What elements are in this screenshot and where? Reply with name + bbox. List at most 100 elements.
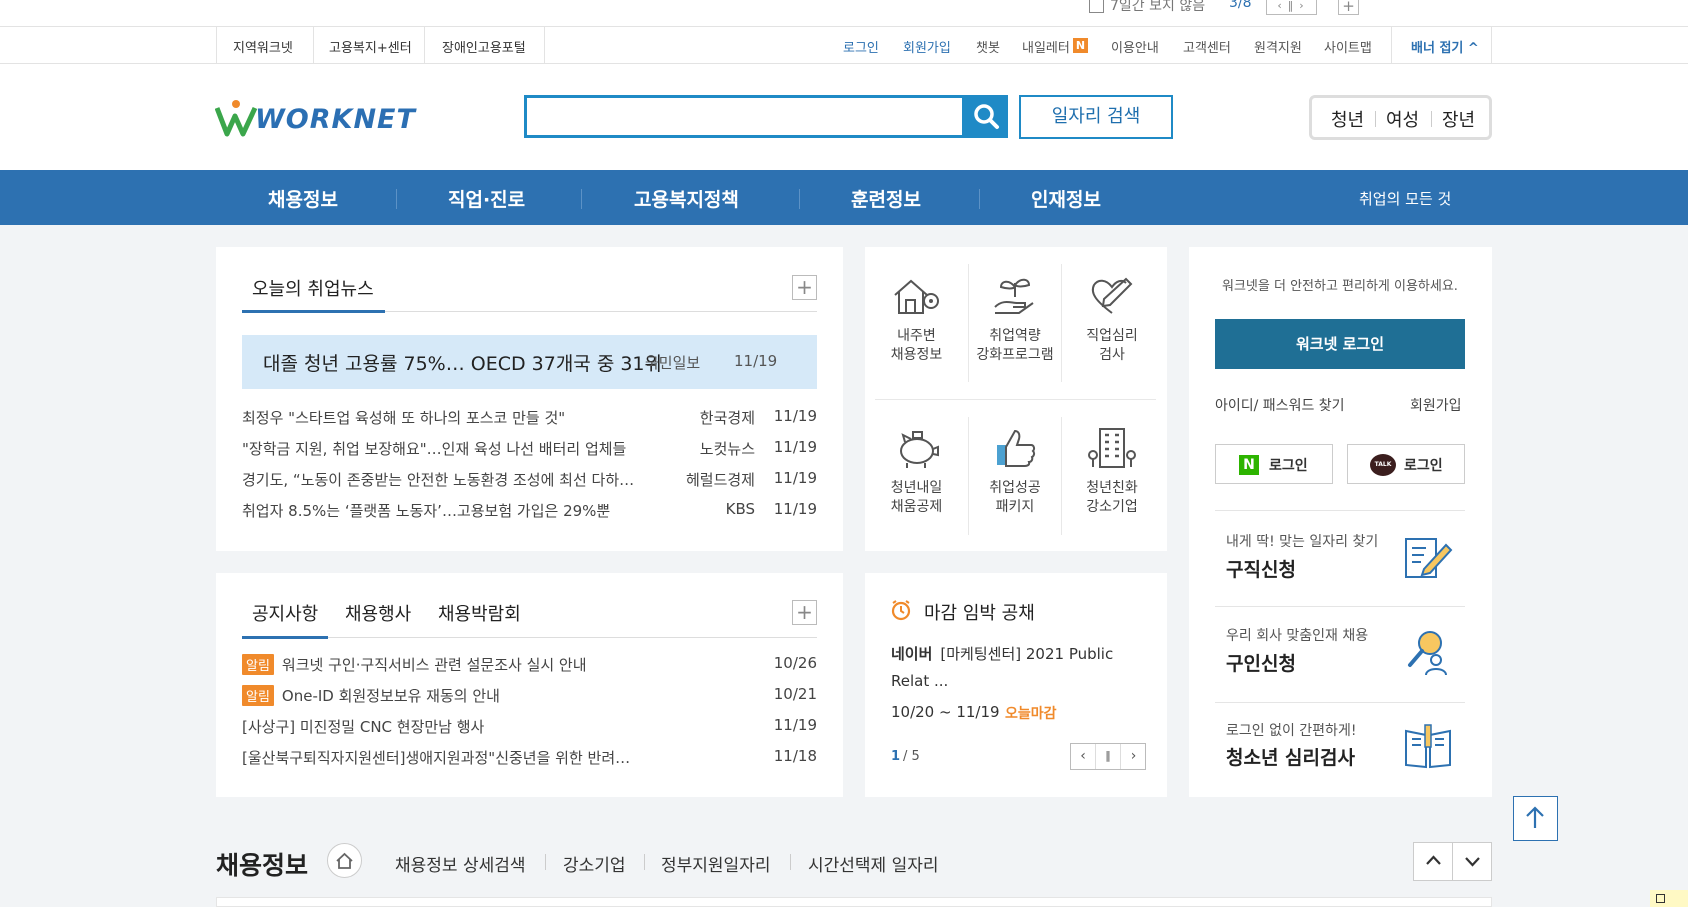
news-item-source: 헤럴드경제 (685, 471, 755, 489)
notice-item-date: 11/19 (773, 716, 817, 734)
recruit-scroll-buttons (1413, 842, 1492, 881)
scroll-top-button[interactable] (1513, 796, 1558, 841)
util-link-local-worknet[interactable]: 지역워크넷 (233, 37, 293, 56)
alarm-clock-icon (891, 600, 911, 621)
service-title: 구인신청 (1226, 653, 1296, 675)
chevron-right-icon[interactable]: › (1121, 744, 1146, 769)
news-card: 오늘의 취업뉴스 + 대졸 청년 고용률 75%… OECD 37개국 중 31… (216, 247, 843, 551)
util-letter-link[interactable]: 내일레터 (1022, 37, 1070, 56)
naver-login-button[interactable]: N 로그인 (1215, 444, 1333, 484)
deadline-posting[interactable]: 네이버 [마케팅센터] 2021 Public Relat ... (891, 641, 1141, 695)
deadline-company: 네이버 (891, 645, 933, 663)
util-chatbot-link[interactable]: 챗봇 (976, 37, 1000, 56)
fold-banner-button[interactable]: 배너 접기 ^ (1411, 37, 1479, 56)
hide-7days-label: 7일간 보지 않음 (1110, 0, 1206, 14)
corner-tab[interactable] (1650, 890, 1688, 907)
search-icon (974, 104, 999, 129)
piggy-bank-icon (899, 431, 939, 468)
quick-youth-savings[interactable]: 청년내일 채움공제 (865, 425, 968, 517)
notice-item[interactable]: [사상구] 미진정밀 CNC 현장만남 행사 11/19 (242, 716, 817, 742)
notice-item-date: 10/26 (773, 654, 817, 672)
nav-training[interactable]: 훈련정보 (851, 185, 921, 212)
sprout-hand-icon (994, 278, 1034, 314)
target-tabs: 청년 여성 장년 (1309, 95, 1492, 140)
news-more-plus-icon[interactable]: + (792, 275, 817, 300)
banner-plus-button[interactable]: + (1338, 0, 1359, 15)
service-job-seeking[interactable]: 내게 딱! 맞는 일자리 찾기 구직신청 (1215, 511, 1465, 606)
quick-nearby-jobs[interactable]: 내주변 채용정보 (865, 273, 968, 365)
util-sitemap-link[interactable]: 사이트맵 (1324, 37, 1372, 56)
arrow-up-icon (1526, 806, 1544, 828)
quick-label-line1: 청년친화 (1086, 480, 1138, 496)
hide-7days-checkbox[interactable] (1089, 0, 1104, 13)
notice-badge: 알림 (242, 654, 274, 675)
quick-success-package[interactable]: 취업성공 패키지 (969, 425, 1061, 517)
recruit-link-part-time[interactable]: 시간선택제 일자리 (808, 851, 939, 876)
quick-capacity-program[interactable]: 취업역량 강화프로그램 (969, 273, 1061, 365)
util-login-link[interactable]: 로그인 (843, 37, 879, 56)
news-item-source: 한국경제 (699, 409, 755, 427)
tab-youth[interactable]: 청년 (1331, 106, 1364, 132)
news-item[interactable]: 경기도, “노동이 존중받는 안전한 노동환경 조성에 최선 다하… 헤럴드경제… (242, 469, 817, 495)
nav-career[interactable]: 직업·진로 (448, 185, 525, 212)
util-guide-link[interactable]: 이용안내 (1111, 37, 1159, 56)
recruit-link-small-firms[interactable]: 강소기업 (563, 851, 626, 876)
news-item-title: 최정우 "스타트업 육성해 또 하나의 포스코 만들 것" (242, 409, 566, 427)
nav-all-about-jobs[interactable]: 취업의 모든 것 (1359, 188, 1451, 209)
util-remote-link[interactable]: 원격지원 (1254, 37, 1302, 56)
service-recruit[interactable]: 우리 회사 맞춤인재 채용 구인신청 (1215, 607, 1465, 702)
quick-psych-test[interactable]: 직업심리 검사 (1062, 273, 1162, 365)
news-item[interactable]: 취업자 8.5%는 ‘플랫폼 노동자’…고용보험 가입은 29%뿐 KBS 11… (242, 500, 817, 526)
util-support-link[interactable]: 고객센터 (1183, 37, 1231, 56)
banner-nav-buttons[interactable]: ‹‖› (1266, 0, 1317, 15)
fold-banner-label: 배너 접기 (1411, 41, 1464, 56)
tab-recruit-events[interactable]: 채용행사 (345, 600, 411, 626)
quick-youth-firms[interactable]: 청년친화 강소기업 (1062, 425, 1162, 517)
building-icon (1088, 428, 1136, 468)
news-item-title: "장학금 지원, 취업 보장해요"…인재 육성 나선 배터리 업체들 (242, 440, 627, 458)
kakao-login-button[interactable]: TALK 로그인 (1347, 444, 1465, 484)
tab-notice[interactable]: 공지사항 (252, 600, 318, 626)
search-input[interactable] (524, 95, 965, 138)
service-youth-psych-test[interactable]: 로그인 없이 간편하게! 청소년 심리검사 (1215, 703, 1465, 797)
find-id-password-link[interactable]: 아이디/ 패스워드 찾기 (1215, 395, 1345, 415)
news-item-source: 노컷뉴스 (699, 440, 755, 458)
login-intro: 워크넷을 더 안전하고 편리하게 이용하세요. (1222, 279, 1458, 294)
notice-item-title: One-ID 회원정보보유 재동의 안내 (281, 687, 500, 705)
job-search-button[interactable]: 일자리 검색 (1019, 95, 1173, 139)
nav-recruitment[interactable]: 채용정보 (268, 185, 338, 212)
quick-label-line2: 강화프로그램 (976, 347, 1054, 363)
notice-item[interactable]: [울산북구퇴직자지원센터]생애지원과정"신중년을 위한 반려… 11/18 (242, 747, 817, 773)
recruit-link-gov-jobs[interactable]: 정부지원일자리 (661, 851, 770, 876)
notice-more-plus-icon[interactable]: + (792, 600, 817, 625)
home-icon[interactable] (327, 843, 362, 878)
recruit-link-detail-search[interactable]: 채용정보 상세검색 (395, 851, 526, 876)
worknet-logo[interactable]: WORKNET (215, 98, 415, 138)
news-item-source: KBS (725, 500, 755, 518)
banner-counter: 3/8 (1229, 0, 1252, 11)
service-title: 청소년 심리검사 (1226, 747, 1355, 769)
tab-women[interactable]: 여성 (1386, 106, 1419, 132)
tab-senior[interactable]: 장년 (1442, 106, 1475, 132)
news-highlight[interactable]: 대졸 청년 고용률 75%… OECD 37개국 중 31위 국민일보 11/1… (242, 335, 817, 389)
tab-today-news[interactable]: 오늘의 취업뉴스 (252, 275, 374, 301)
news-item[interactable]: 최정우 "스타트업 육성해 또 하나의 포스코 만들 것" 한국경제 11/19 (242, 407, 817, 433)
util-signup-link[interactable]: 회원가입 (903, 37, 951, 56)
notice-item[interactable]: 알림 One-ID 회원정보보유 재동의 안내 10/21 (242, 685, 817, 711)
pause-icon[interactable]: ‖ (1096, 744, 1121, 769)
chevron-down-icon[interactable] (1453, 843, 1492, 880)
news-item[interactable]: "장학금 지원, 취업 보장해요"…인재 육성 나선 배터리 업체들 노컷뉴스 … (242, 438, 817, 464)
nav-talent[interactable]: 인재정보 (1031, 185, 1101, 212)
tab-job-fair[interactable]: 채용박람회 (438, 600, 521, 626)
quick-label-line2: 채용정보 (890, 347, 943, 363)
chevron-up-icon[interactable] (1414, 843, 1453, 880)
signup-link[interactable]: 회원가입 (1410, 395, 1462, 415)
util-link-welfare-center[interactable]: 고용복지+센터 (329, 37, 412, 56)
search-button[interactable] (964, 95, 1008, 138)
chevron-left-icon[interactable]: ‹ (1071, 744, 1096, 769)
notice-item[interactable]: 알림 워크넷 구인·구직서비스 관련 설문조사 실시 안내 10/26 (242, 654, 817, 680)
util-link-disability-portal[interactable]: 장애인고용포털 (442, 37, 526, 56)
nav-welfare-policy[interactable]: 고용복지정책 (634, 185, 739, 212)
service-sub: 우리 회사 맞춤인재 채용 (1226, 628, 1369, 644)
worknet-login-button[interactable]: 워크넷 로그인 (1215, 319, 1465, 369)
